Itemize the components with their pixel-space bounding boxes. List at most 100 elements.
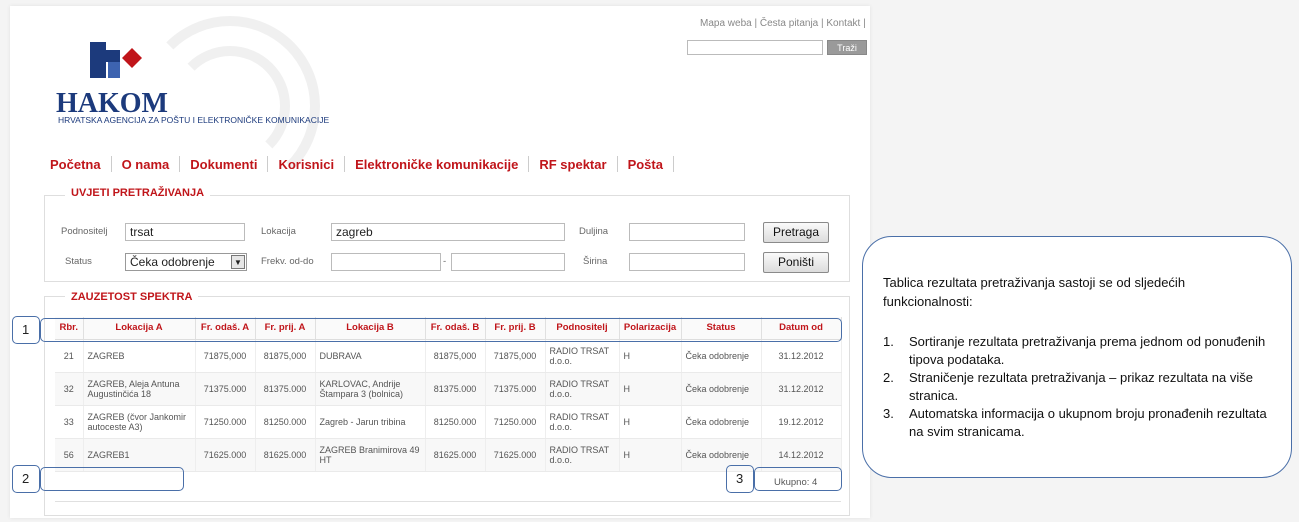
results-panel-title: ZAUZETOST SPEKTRA bbox=[65, 291, 199, 303]
lokacija-input[interactable]: zagreb bbox=[331, 223, 565, 241]
cell-fr-prij-b: 71250.000 bbox=[485, 405, 546, 439]
cell-fr-odas-a: 71625.000 bbox=[195, 438, 256, 472]
cell-fr-prij-a: 81375.000 bbox=[255, 372, 316, 406]
callout-number-3: 3 bbox=[736, 471, 744, 486]
cell-lokacija-b: Zagreb - Jarun tribina bbox=[315, 405, 426, 439]
link-faq[interactable]: Česta pitanja bbox=[760, 18, 818, 29]
cell-fr-odas-a: 71375.000 bbox=[195, 372, 256, 406]
info-bubble: Tablica rezultata pretraživanja sastoji … bbox=[862, 236, 1292, 478]
info-list: 1. Sortiranje rezultata pretraživanja pre… bbox=[883, 333, 1283, 441]
cell-polarizacija: H bbox=[619, 405, 682, 439]
search-panel-title: UVJETI PRETRAŽIVANJA bbox=[65, 187, 211, 199]
duljina-label: Duljina bbox=[579, 226, 609, 237]
callout-header-highlight bbox=[40, 318, 842, 342]
cell-fr-prij-b: 71875,000 bbox=[485, 339, 546, 373]
cell-lokacija-a: ZAGREB, Aleja Antuna Augustinčića 18 bbox=[83, 372, 196, 406]
cell-status: Čeka odobrenje bbox=[681, 405, 762, 439]
nav-korisnici[interactable]: Korisnici bbox=[268, 157, 344, 172]
cell-podnositelj: RADIO TRSAT d.o.o. bbox=[545, 438, 620, 472]
nav-o-nama[interactable]: O nama bbox=[112, 157, 180, 172]
cell-datum-od: 31.12.2012 bbox=[761, 339, 842, 373]
frekv-label: Frekv. od-do bbox=[261, 256, 314, 267]
info-item-number: 3. bbox=[883, 406, 894, 421]
status-select[interactable]: Čeka odobrenje ▼ bbox=[125, 253, 247, 271]
callout-number-2: 2 bbox=[22, 471, 30, 486]
link-site-map[interactable]: Mapa weba bbox=[700, 18, 752, 29]
watermark-arc bbox=[170, 46, 290, 166]
reset-button[interactable]: Poništi bbox=[763, 252, 829, 273]
search-criteria-panel: UVJETI PRETRAŽIVANJA Podnositelj trsat L… bbox=[44, 187, 850, 282]
link-contact[interactable]: Kontakt bbox=[826, 18, 860, 29]
cell-rbr: 21 bbox=[55, 339, 84, 373]
info-intro: Tablica rezultata pretraživanja sastoji … bbox=[883, 275, 1186, 309]
callout-pagination-highlight bbox=[40, 467, 184, 491]
cell-fr-odas-b: 81625.000 bbox=[425, 438, 486, 472]
status-label: Status bbox=[65, 256, 92, 267]
nav-dokumenti[interactable]: Dokumenti bbox=[180, 157, 267, 172]
info-item-number: 2. bbox=[883, 370, 894, 385]
table-row[interactable]: 33 ZAGREB (čvor Jankomir autoceste A3) 7… bbox=[55, 405, 842, 439]
info-list-item: 3. Automatska informacija o ukupnom broju… bbox=[883, 405, 1283, 441]
chevron-down-icon[interactable]: ▼ bbox=[231, 255, 245, 269]
info-item-text: Straničenje rezultata pretraživanja – pr… bbox=[909, 370, 1253, 403]
info-list-item: 1. Sortiranje rezultata pretraživanja pre… bbox=[883, 333, 1283, 369]
cell-polarizacija: H bbox=[619, 438, 682, 472]
cell-lokacija-b: ZAGREB Branimirova 49 HT bbox=[315, 438, 426, 472]
cell-fr-odas-b: 81375.000 bbox=[425, 372, 486, 406]
cell-fr-prij-b: 71625.000 bbox=[485, 438, 546, 472]
frekv-dash: - bbox=[443, 256, 447, 267]
info-item-text: Sortiranje rezultata pretraživanja prema… bbox=[909, 334, 1266, 367]
logo-subtitle: HRVATSKA AGENCIJA ZA POŠTU I ELEKTRONIČK… bbox=[58, 115, 330, 125]
cell-polarizacija: H bbox=[619, 339, 682, 373]
cell-lokacija-a: ZAGREB bbox=[83, 339, 196, 373]
cell-status: Čeka odobrenje bbox=[681, 372, 762, 406]
cell-fr-odas-b: 81250.000 bbox=[425, 405, 486, 439]
cell-fr-odas-b: 81875,000 bbox=[425, 339, 486, 373]
cell-lokacija-a: ZAGREB (čvor Jankomir autoceste A3) bbox=[83, 405, 196, 439]
sirina-label: Širina bbox=[583, 256, 608, 267]
cell-datum-od: 19.12.2012 bbox=[761, 405, 842, 439]
nav-elektronicke-komunikacije[interactable]: Elektroničke komunikacije bbox=[345, 157, 528, 172]
search-button[interactable]: Pretraga bbox=[763, 222, 829, 243]
cell-lokacija-b: DUBRAVA bbox=[315, 339, 426, 373]
info-list-item: 2. Straničenje rezultata pretraživanja – … bbox=[883, 369, 1283, 405]
info-item-text: Automatska informacija o ukupnom broju p… bbox=[909, 406, 1267, 439]
frekv-from-input[interactable] bbox=[331, 253, 441, 271]
main-nav: Početna O nama Dokumenti Korisnici Elekt… bbox=[48, 156, 674, 172]
nav-rf-spektar[interactable]: RF spektar bbox=[529, 157, 616, 172]
table-row[interactable]: 21 ZAGREB 71875,000 81875,000 DUBRAVA 81… bbox=[55, 339, 842, 373]
callout-total-highlight bbox=[754, 467, 842, 491]
nav-pocetna[interactable]: Početna bbox=[48, 157, 111, 172]
lokacija-label: Lokacija bbox=[261, 226, 296, 237]
status-select-value: Čeka odobrenje bbox=[130, 255, 215, 269]
cell-fr-prij-a: 81250.000 bbox=[255, 405, 316, 439]
cell-podnositelj: RADIO TRSAT d.o.o. bbox=[545, 339, 620, 373]
frekv-to-input[interactable] bbox=[451, 253, 565, 271]
cell-rbr: 32 bbox=[55, 372, 84, 406]
cell-lokacija-b: KARLOVAC, Andrije Štampara 3 (bolnica) bbox=[315, 372, 426, 406]
callout-number-1: 1 bbox=[22, 322, 30, 337]
cell-fr-prij-b: 71375.000 bbox=[485, 372, 546, 406]
site-search-button[interactable]: Traži bbox=[827, 40, 867, 55]
cell-datum-od: 31.12.2012 bbox=[761, 372, 842, 406]
table-row[interactable]: 32 ZAGREB, Aleja Antuna Augustinčića 18 … bbox=[55, 372, 842, 406]
cell-fr-odas-a: 71875,000 bbox=[195, 339, 256, 373]
sirina-input[interactable] bbox=[629, 253, 745, 271]
nav-separator bbox=[672, 156, 674, 172]
cell-podnositelj: RADIO TRSAT d.o.o. bbox=[545, 372, 620, 406]
info-item-number: 1. bbox=[883, 334, 894, 349]
cell-fr-prij-a: 81875,000 bbox=[255, 339, 316, 373]
cell-status: Čeka odobrenje bbox=[681, 339, 762, 373]
cell-fr-odas-a: 71250.000 bbox=[195, 405, 256, 439]
top-links: Mapa weba | Česta pitanja | Kontakt | bbox=[700, 18, 866, 29]
cell-fr-prij-a: 81625.000 bbox=[255, 438, 316, 472]
cell-podnositelj: RADIO TRSAT d.o.o. bbox=[545, 405, 620, 439]
cell-polarizacija: H bbox=[619, 372, 682, 406]
site-search-input[interactable] bbox=[687, 40, 823, 55]
nav-posta[interactable]: Pošta bbox=[618, 157, 673, 172]
podnositelj-label: Podnositelj bbox=[61, 226, 108, 237]
podnositelj-input[interactable]: trsat bbox=[125, 223, 245, 241]
cell-rbr: 33 bbox=[55, 405, 84, 439]
hakom-logo-icon[interactable] bbox=[90, 42, 146, 78]
duljina-input[interactable] bbox=[629, 223, 745, 241]
